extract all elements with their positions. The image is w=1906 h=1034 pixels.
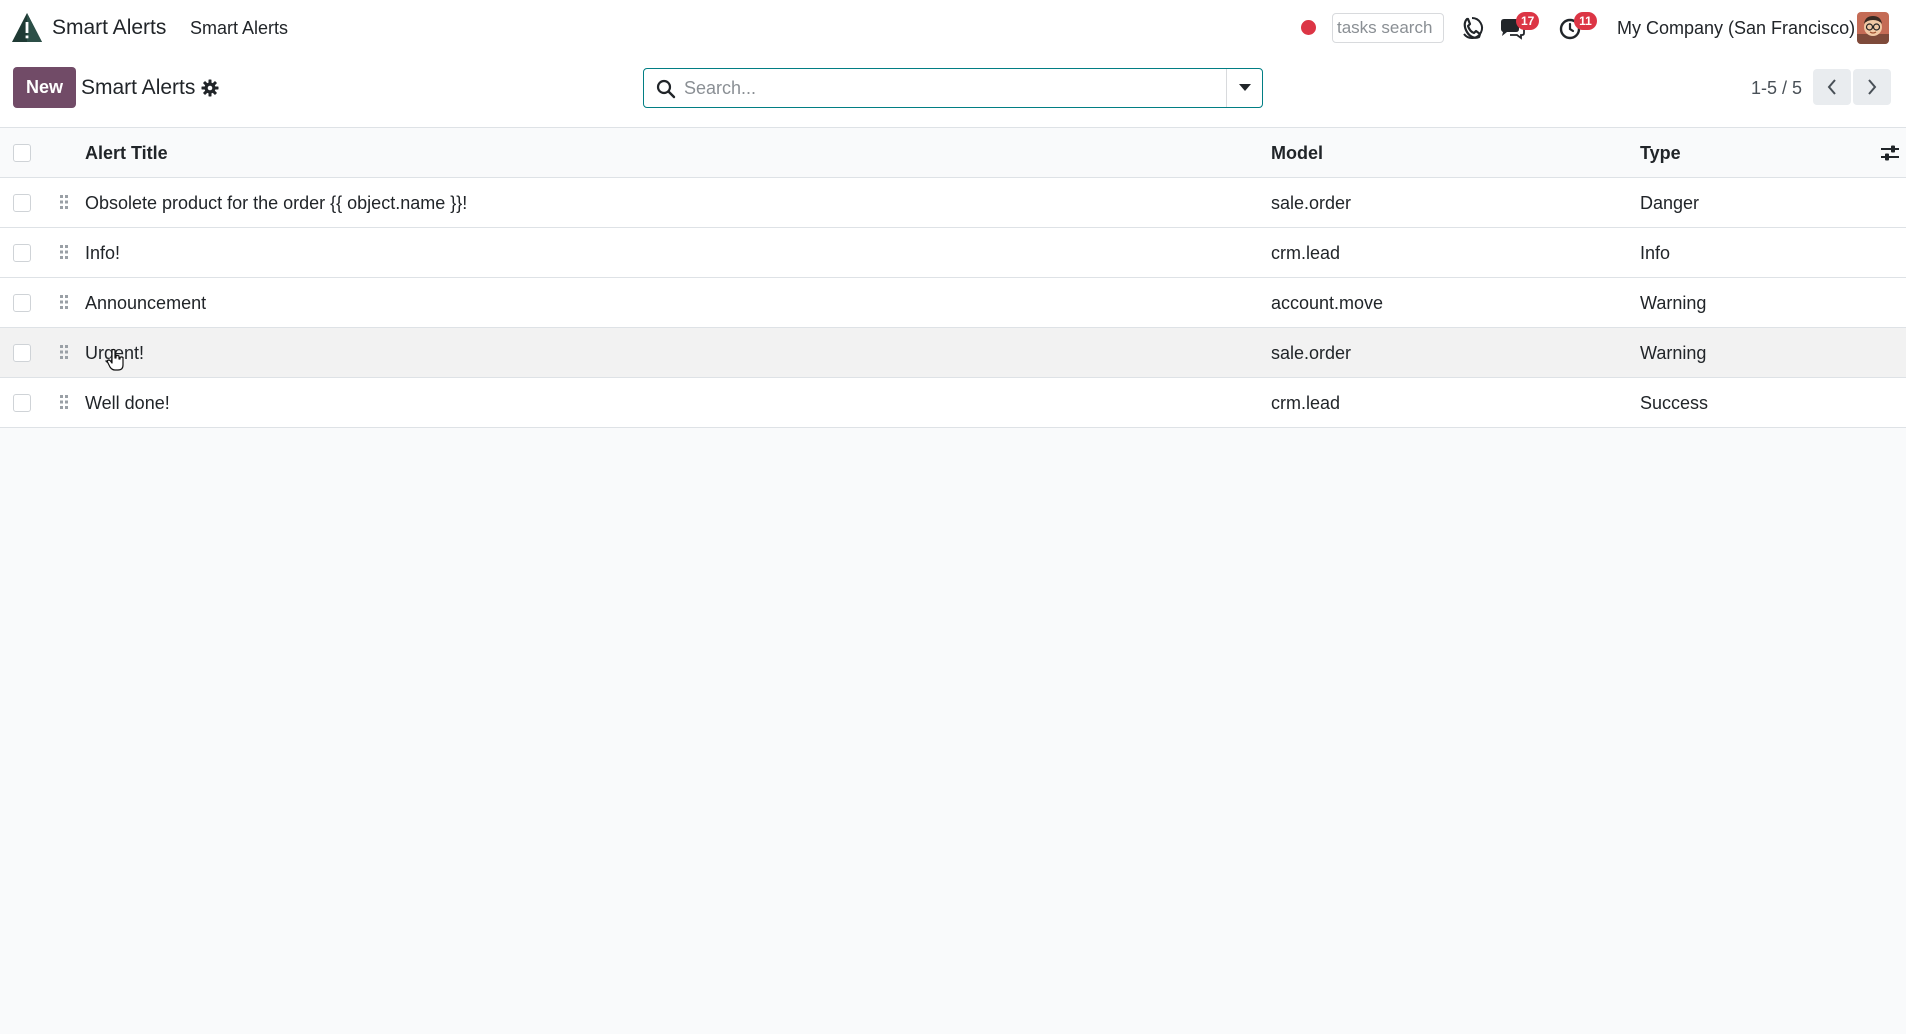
drag-handle-icon[interactable] <box>58 243 70 261</box>
chevron-left-icon <box>1827 79 1836 95</box>
model-cell: crm.lead <box>1271 243 1341 263</box>
app-logo-icon[interactable] <box>10 11 44 45</box>
new-button[interactable]: New <box>13 67 76 108</box>
drag-handle-icon[interactable] <box>58 293 70 311</box>
alert-title-cell: Obsolete product for the order {{ object… <box>85 193 468 213</box>
pager-previous-button[interactable] <box>1813 69 1851 105</box>
table-row[interactable]: Announcement account.move Warning <box>0 278 1906 328</box>
alert-title-cell: Info! <box>85 243 121 263</box>
chevron-right-icon <box>1868 79 1877 95</box>
column-header-alert-title[interactable]: Alert Title <box>85 143 168 164</box>
type-cell: Success <box>1640 393 1709 413</box>
row-checkbox[interactable] <box>13 394 31 412</box>
gear-icon[interactable] <box>201 79 219 97</box>
optional-columns-icon[interactable] <box>1880 144 1900 162</box>
recording-dot-icon[interactable] <box>1301 20 1316 35</box>
alerts-list: Alert Title Model Type Obsolete product … <box>0 128 1906 428</box>
model-cell: crm.lead <box>1271 393 1341 413</box>
type-cell: Warning <box>1640 293 1707 313</box>
activities-badge: 11 <box>1574 12 1597 30</box>
alert-title-cell: Well done! <box>85 393 170 413</box>
type-cell: Info <box>1640 243 1671 263</box>
model-cell: sale.order <box>1271 343 1352 363</box>
control-panel: New Smart Alerts 1-5 / 5 <box>0 56 1906 128</box>
phone-icon[interactable] <box>1458 14 1486 42</box>
table-row[interactable]: Well done! crm.lead Success <box>0 378 1906 428</box>
drag-handle-icon[interactable] <box>58 343 70 361</box>
drag-handle-icon[interactable] <box>58 393 70 411</box>
tasks-search-input[interactable] <box>1332 13 1444 43</box>
top-navbar: Smart Alerts Smart Alerts 17 11 My Compa… <box>0 0 1906 56</box>
hand-cursor-icon <box>106 348 124 371</box>
select-all-checkbox[interactable] <box>13 144 31 162</box>
model-cell: sale.order <box>1271 193 1352 213</box>
caret-down-icon <box>1238 84 1251 91</box>
search-icon <box>656 79 676 99</box>
messages-badge: 17 <box>1516 12 1540 30</box>
company-switcher[interactable]: My Company (San Francisco) <box>1617 18 1855 39</box>
model-cell: account.move <box>1271 293 1384 313</box>
search-options-toggle[interactable] <box>1226 69 1262 107</box>
drag-handle-icon[interactable] <box>58 193 70 211</box>
table-row[interactable]: Info! crm.lead Info <box>0 228 1906 278</box>
table-header: Alert Title Model Type <box>0 128 1906 178</box>
column-header-type[interactable]: Type <box>1640 143 1681 164</box>
table-row[interactable]: Obsolete product for the order {{ object… <box>0 178 1906 228</box>
avatar[interactable] <box>1857 12 1889 44</box>
column-header-model[interactable]: Model <box>1271 143 1323 164</box>
row-checkbox[interactable] <box>13 294 31 312</box>
app-name[interactable]: Smart Alerts <box>52 16 166 40</box>
page-title: Smart Alerts <box>81 76 196 99</box>
type-cell: Danger <box>1640 193 1700 213</box>
alert-title-cell: Announcement <box>85 293 207 313</box>
menu-item-smart-alerts[interactable]: Smart Alerts <box>190 18 288 39</box>
row-checkbox[interactable] <box>13 344 31 362</box>
type-cell: Warning <box>1640 343 1707 363</box>
search-box <box>643 68 1263 108</box>
pager-next-button[interactable] <box>1853 69 1891 105</box>
row-checkbox[interactable] <box>13 194 31 212</box>
table-row[interactable]: Urgent! sale.order Warning <box>0 328 1906 378</box>
row-checkbox[interactable] <box>13 244 31 262</box>
pager-value[interactable]: 1-5 / 5 <box>1751 78 1802 99</box>
search-input[interactable] <box>684 75 1204 101</box>
